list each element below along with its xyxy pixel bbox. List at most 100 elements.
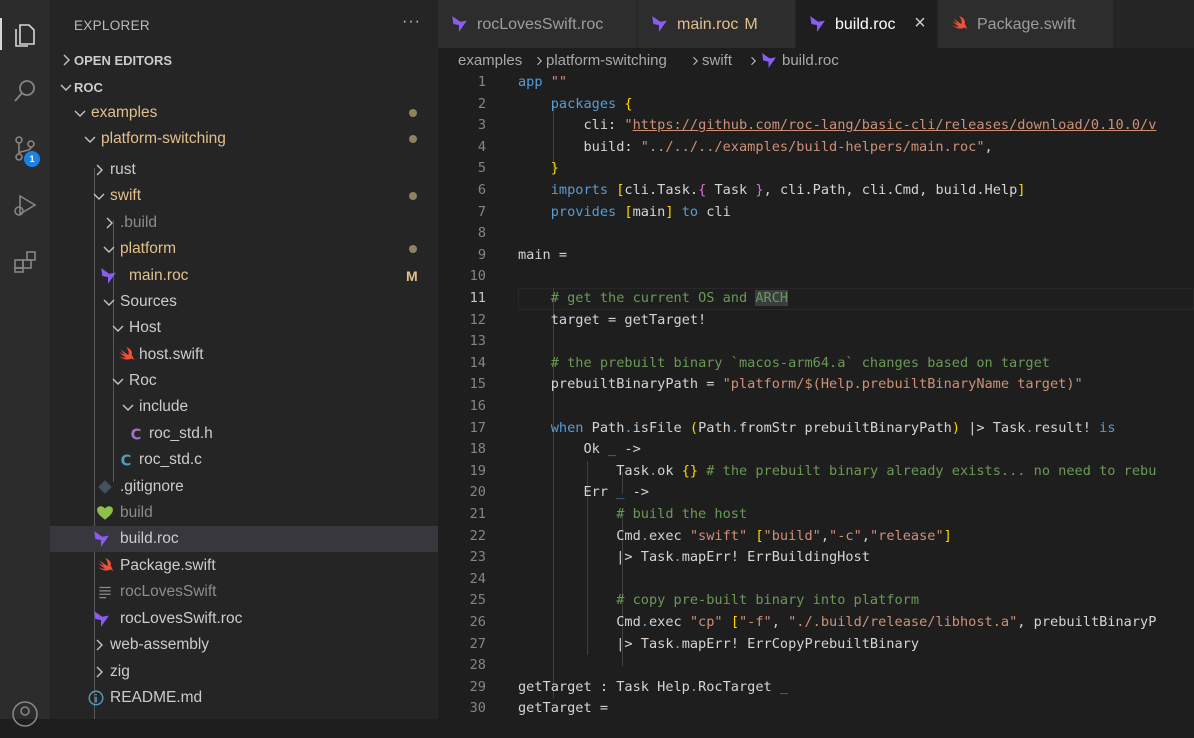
- code-line[interactable]: # copy pre-built binary into platform: [518, 590, 919, 612]
- code-line[interactable]: |> Task.mapErr! ErrBuildingHost: [518, 547, 870, 569]
- account-icon[interactable]: [0, 690, 50, 738]
- code-line[interactable]: # the prebuilt binary `macos-arm64.a` ch…: [518, 353, 1050, 375]
- code-line[interactable]: prebuiltBinaryPath = "platform/$(Help.pr…: [518, 374, 1083, 396]
- code-token: ]: [665, 203, 674, 220]
- tab-main-roc[interactable]: main.roc M: [638, 0, 796, 48]
- tree-item-host[interactable]: Host: [50, 315, 438, 341]
- code-line[interactable]: Cmd.exec "swift" ["build","-c","release"…: [518, 526, 952, 548]
- tab-build-roc[interactable]: build.roc ×: [796, 0, 938, 48]
- code-line[interactable]: provides [main] to cli: [518, 202, 731, 224]
- code-line[interactable]: imports [cli.Task.{ Task }, cli.Path, cl…: [518, 180, 1026, 202]
- chevron-down-icon: [103, 246, 115, 253]
- search-icon[interactable]: [0, 67, 50, 115]
- code-line[interactable]: |> Task.mapErr! ErrCopyPrebuiltBinary: [518, 634, 919, 656]
- code-token: }: [550, 160, 559, 177]
- code-token: https://github.com/roc-lang/basic-cli/re…: [632, 117, 1157, 134]
- tree-item-roc-std-c[interactable]: Croc_std.c: [50, 447, 438, 473]
- tree-item-package-swift[interactable]: Package.swift: [50, 553, 438, 579]
- breadcrumb-item[interactable]: build.roc: [782, 52, 839, 69]
- tree-item-gitignore[interactable]: .gitignore: [50, 474, 438, 500]
- code-line[interactable]: Cmd.exec "cp" ["-f", "./.build/release/l…: [518, 612, 1156, 634]
- tree-item-build-roc[interactable]: build.roc: [50, 526, 438, 552]
- tab-roclovesswift-roc[interactable]: rocLovesSwift.roc: [438, 0, 638, 48]
- code-line[interactable]: Task.ok {} # the prebuilt binary already…: [518, 461, 1156, 483]
- tree-item-web-assembly[interactable]: web-assembly: [50, 632, 438, 658]
- tree-item-build[interactable]: .build: [50, 210, 438, 236]
- code-token: .: [673, 549, 682, 566]
- code-token: "release": [869, 527, 944, 544]
- code-line[interactable]: # get the current OS and ARCH: [518, 288, 789, 310]
- code-line[interactable]: }: [518, 158, 559, 180]
- tree-item-host-swift[interactable]: host.swift: [50, 342, 438, 368]
- lines-icon: [96, 583, 114, 601]
- tab-label-text: rocLovesSwift.roc: [477, 16, 604, 33]
- run-debug-icon[interactable]: [0, 181, 50, 229]
- breadcrumb-item[interactable]: swift: [702, 52, 732, 69]
- code-line[interactable]: app "": [518, 72, 567, 94]
- line-number: 29: [469, 678, 486, 695]
- roc-folder-section[interactable]: ROC: [50, 74, 438, 100]
- tree-item-build[interactable]: build: [50, 500, 438, 526]
- code-token: cli: [698, 203, 731, 220]
- code-token: main =: [518, 246, 568, 263]
- line-number: 16: [469, 398, 486, 414]
- code-token: RocTarget: [698, 678, 780, 695]
- code-line[interactable]: when Path.isFile (Path.fromStr prebuiltB…: [518, 418, 1116, 440]
- tree-item-main-roc[interactable]: main.roc M: [50, 263, 438, 289]
- code-token: "build": [763, 527, 821, 544]
- tab-label: main.roc M: [677, 16, 758, 34]
- code-line[interactable]: main =: [518, 245, 567, 267]
- breadcrumb-item[interactable]: examples: [458, 52, 522, 69]
- tree-item-label: platform-switching: [101, 130, 226, 147]
- tree-item-roc[interactable]: Roc: [50, 368, 438, 394]
- tab-modified-marker: M: [744, 16, 758, 33]
- tree-item-examples[interactable]: examples: [50, 100, 438, 126]
- tree-item-platform-switching[interactable]: platform-switching: [50, 126, 438, 152]
- code-line[interactable]: # build the host: [518, 504, 747, 526]
- code-token: , prebuiltBinaryP: [1017, 614, 1157, 630]
- roc-file-icon: [92, 610, 110, 628]
- code-token: imports: [550, 182, 609, 198]
- code-token: exec: [648, 614, 690, 630]
- extensions-icon[interactable]: [0, 238, 50, 286]
- tree-item-label: build: [120, 504, 153, 521]
- code-token: Cmd: [518, 527, 641, 544]
- modified-dot: [409, 245, 417, 253]
- code-line[interactable]: Ok _ ->: [518, 439, 640, 461]
- tree-item-roc-std-h[interactable]: Croc_std.h: [50, 421, 438, 447]
- roc-file-icon: [92, 530, 110, 548]
- tab-package-swift[interactable]: Package.swift: [938, 0, 1114, 48]
- tree-item-roclovesswift-roc[interactable]: rocLovesSwift.roc: [50, 606, 438, 632]
- tree-item-zig[interactable]: zig: [50, 659, 438, 685]
- tree-item-platform[interactable]: platform: [50, 236, 438, 262]
- chevron-right-icon: [96, 666, 103, 678]
- tree-item-swift[interactable]: swift: [50, 183, 438, 209]
- tree-item-rust[interactable]: rust: [50, 157, 438, 183]
- code-editor[interactable]: 1 app "" 2 packages {3 cli: "https://githu…: [438, 72, 1194, 719]
- scm-badge: 1: [24, 151, 40, 167]
- code-line[interactable]: target = getTarget!: [518, 310, 707, 332]
- breadcrumb-item[interactable]: platform-switching: [546, 52, 667, 69]
- close-icon[interactable]: ×: [910, 13, 930, 33]
- open-editors-section[interactable]: OPEN EDITORS: [50, 47, 438, 73]
- editor-area: rocLovesSwift.roc main.roc Mbuild.roc × Pack…: [438, 0, 1194, 719]
- tree-item-roclovesswift[interactable]: rocLovesSwift: [50, 579, 438, 605]
- code-token: mapErr! ErrCopyPrebuiltBinary: [681, 635, 920, 652]
- code-token: fromStr prebuiltBinaryPath: [739, 419, 952, 436]
- chevron-right-icon: [693, 56, 698, 66]
- explorer-icon[interactable]: [0, 10, 50, 58]
- code-line[interactable]: Err _ ->: [518, 482, 649, 504]
- code-token: to: [681, 203, 699, 220]
- more-actions-icon[interactable]: ···: [402, 13, 421, 31]
- line-number: 15: [469, 376, 486, 393]
- source-control-icon[interactable]: 1: [0, 124, 50, 172]
- code-line[interactable]: build: "../../../examples/build-helpers/…: [518, 137, 992, 159]
- code-line[interactable]: packages {: [518, 94, 633, 116]
- code-line[interactable]: getTarget =: [518, 698, 608, 719]
- code-line[interactable]: cli: "https://github.com/roc-lang/basic-…: [518, 115, 1156, 137]
- code-line[interactable]: getTarget : Task Help.RocTarget _: [518, 677, 788, 699]
- tree-item-readme-md[interactable]: README.md: [50, 685, 438, 711]
- tree-item-sources[interactable]: Sources: [50, 289, 438, 315]
- tree-item-include[interactable]: include: [50, 394, 438, 420]
